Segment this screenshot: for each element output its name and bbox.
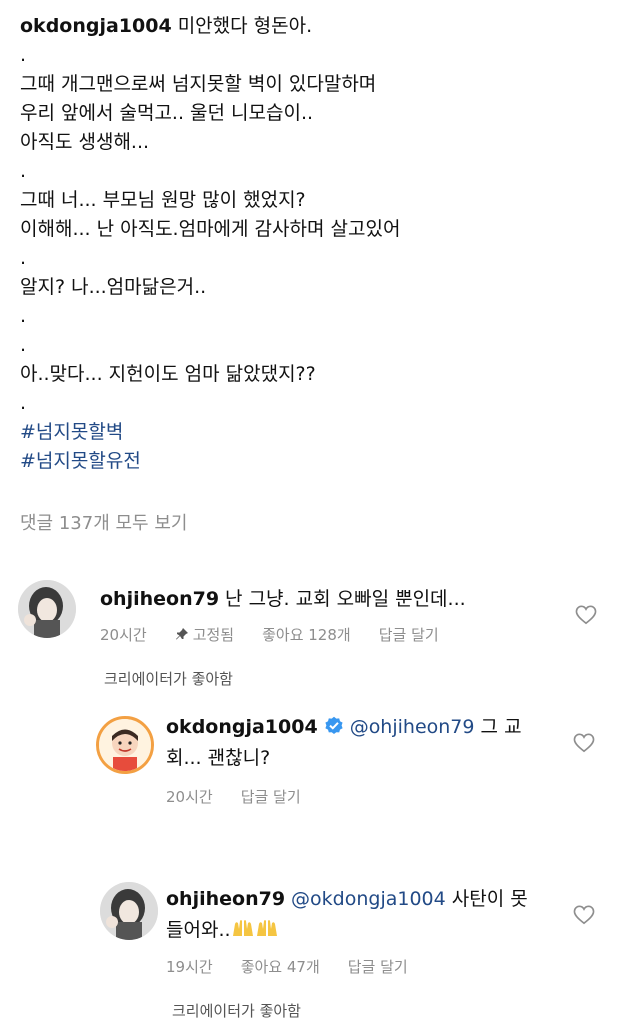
caption-line: 그때 개그맨으로써 넘지못할 벽이 있다말하며	[20, 73, 377, 95]
reply-button[interactable]: 답글 달기	[241, 788, 301, 806]
caption-line: 우리 앞에서 술먹고.. 울던 니모습이..	[20, 102, 314, 124]
comment-text: okdongja1004 @ohjiheon79 그 교 회... 괜찮니?	[166, 712, 566, 774]
mention-link[interactable]: @ohjiheon79	[350, 716, 475, 738]
comment-text: ohjiheon79 난 그냥. 교회 오빠일 뿐인데...	[100, 584, 570, 615]
caption-line: .	[20, 334, 27, 356]
reply-button[interactable]: 답글 달기	[348, 958, 408, 976]
comment-meta: 20시간 고정됨 좋아요 128개 답글 달기	[100, 624, 467, 645]
comment-time: 20시간	[166, 788, 213, 806]
avatar[interactable]	[96, 716, 154, 774]
caption-line: 아..맞다... 지헌이도 엄마 닮았댔지??	[20, 363, 316, 385]
heart-outline-icon[interactable]	[575, 605, 597, 625]
raised-hands-emoji-icon	[232, 920, 253, 936]
creator-liked-label: 크리에이터가 좋아함	[172, 1002, 301, 1020]
caption-username[interactable]: okdongja1004	[20, 15, 172, 37]
comment-meta: 19시간 좋아요 47개 답글 달기	[166, 956, 436, 977]
caption-line: okdongja1004 미안했다 형돈아.	[20, 12, 610, 41]
caption-line: .	[20, 305, 27, 327]
comment-body: 사탄이 못	[451, 888, 528, 910]
comment-body: 회... 괜찮니?	[166, 747, 271, 769]
comment-time: 19시간	[166, 958, 213, 976]
comment-username[interactable]: ohjiheon79	[100, 588, 219, 610]
comment-text: ohjiheon79 @okdongja1004 사탄이 못 들어와..	[166, 884, 566, 946]
pin-icon	[175, 628, 188, 640]
caption-line: .	[20, 160, 27, 182]
caption-line: 아직도 생생해...	[20, 131, 150, 153]
avatar[interactable]	[18, 580, 76, 638]
caption-text: 미안했다 형돈아.	[177, 15, 313, 37]
hashtag-link[interactable]: #넘지못할유전	[20, 447, 610, 476]
caption-line: 이해해... 난 아직도.엄마에게 감사하며 살고있어	[20, 218, 401, 240]
caption-line: .	[20, 392, 27, 414]
caption-line: .	[20, 247, 27, 269]
comment-time: 20시간	[100, 626, 147, 644]
caption-line: .	[20, 44, 27, 66]
avatar[interactable]	[100, 882, 158, 940]
heart-outline-icon[interactable]	[573, 905, 595, 925]
comment-body: 그 교	[480, 716, 522, 738]
comment-body: 난 그냥. 교회 오빠일 뿐인데...	[225, 588, 466, 610]
reply-button[interactable]: 답글 달기	[379, 626, 439, 644]
creator-liked-label: 크리에이터가 좋아함	[104, 670, 233, 688]
hashtag-link[interactable]: #넘지못할벽	[20, 418, 610, 447]
raised-hands-emoji-icon	[256, 920, 277, 936]
verified-badge-icon	[325, 716, 343, 734]
comment-username[interactable]: okdongja1004	[166, 716, 318, 738]
pinned-label: 고정됨	[192, 626, 235, 644]
comment-meta: 20시간 답글 달기	[166, 786, 329, 807]
heart-outline-icon[interactable]	[573, 733, 595, 753]
caption-line: 알지? 나...엄마닮은거..	[20, 276, 207, 298]
comment-body: 들어와..	[166, 919, 231, 941]
likes-count[interactable]: 좋아요 128개	[262, 626, 351, 644]
caption-line: 그때 너... 부모님 원망 많이 했었지?	[20, 189, 306, 211]
view-all-comments-link[interactable]: 댓글 137개 모두 보기	[20, 509, 187, 535]
mention-link[interactable]: @okdongja1004	[291, 888, 446, 910]
post-caption: okdongja1004 미안했다 형돈아. . 그때 개그맨으로써 넘지못할 벽…	[20, 12, 610, 476]
comment-username[interactable]: ohjiheon79	[166, 888, 285, 910]
likes-count[interactable]: 좋아요 47개	[241, 958, 320, 976]
